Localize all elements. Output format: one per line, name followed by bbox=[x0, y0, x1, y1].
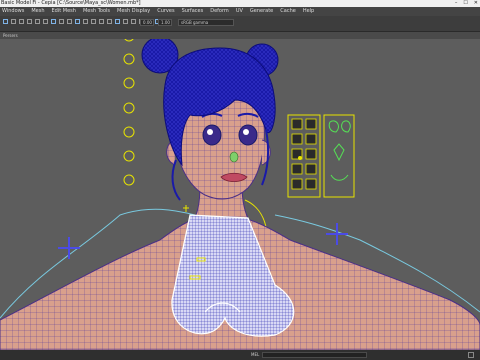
menu-mesh-tools[interactable]: Mesh Tools bbox=[83, 7, 110, 16]
grid-icon[interactable] bbox=[67, 19, 72, 24]
menu-mesh-display[interactable]: Mesh Display bbox=[117, 7, 150, 16]
shaded-icon[interactable] bbox=[83, 19, 88, 24]
snap-icon[interactable] bbox=[51, 19, 56, 24]
lights-icon[interactable] bbox=[99, 19, 104, 24]
lasso-icon[interactable] bbox=[11, 19, 16, 24]
3d-viewport[interactable] bbox=[0, 39, 480, 350]
panel-label-bar: Persers bbox=[0, 32, 480, 39]
textured-icon[interactable] bbox=[91, 19, 96, 24]
panel-label: Persers bbox=[3, 33, 18, 38]
resolution-gate-icon[interactable] bbox=[131, 19, 136, 24]
camera-icon[interactable] bbox=[59, 19, 64, 24]
menu-mesh[interactable]: Mesh bbox=[31, 7, 44, 16]
face-control-circles[interactable] bbox=[123, 39, 135, 186]
paint-icon[interactable] bbox=[19, 19, 24, 24]
character-body[interactable] bbox=[0, 184, 480, 350]
move-icon[interactable] bbox=[27, 19, 32, 24]
minimize-button[interactable]: – bbox=[455, 0, 458, 7]
main-menubar: Windows Mesh Edit Mesh Mesh Tools Mesh D… bbox=[0, 7, 480, 16]
menu-help[interactable]: Help bbox=[303, 7, 314, 16]
menu-windows[interactable]: Windows bbox=[2, 7, 24, 16]
menu-surfaces[interactable]: Surfaces bbox=[182, 7, 204, 16]
scale-icon[interactable] bbox=[43, 19, 48, 24]
mel-label: MEL bbox=[251, 352, 260, 357]
menu-deform[interactable]: Deform bbox=[210, 7, 229, 16]
xray-icon[interactable] bbox=[123, 19, 128, 24]
script-editor-icon[interactable] bbox=[468, 352, 474, 358]
exposure-field[interactable]: 0.00 bbox=[140, 19, 154, 26]
menu-edit-mesh[interactable]: Edit Mesh bbox=[52, 7, 76, 16]
viewport-toolbar: 0.00 1.00 sRGB gamma bbox=[0, 16, 480, 32]
menu-cache[interactable]: Cache bbox=[280, 7, 296, 16]
shadows-icon[interactable] bbox=[107, 19, 112, 24]
viewport-scene bbox=[0, 39, 480, 350]
window-titlebar: Basic Model Fi - Cepia [C:\Source\Maya_s… bbox=[0, 0, 480, 7]
maximize-button[interactable]: ☐ bbox=[463, 0, 467, 7]
command-line-bar: MEL bbox=[0, 350, 480, 360]
isolate-icon[interactable] bbox=[115, 19, 120, 24]
menu-uv[interactable]: UV bbox=[236, 7, 243, 16]
colorspace-dropdown[interactable]: sRGB gamma bbox=[178, 19, 234, 26]
wireframe-icon[interactable] bbox=[75, 19, 80, 24]
menu-generate[interactable]: Generate bbox=[250, 7, 273, 16]
select-icon[interactable] bbox=[3, 19, 8, 24]
mel-command-input[interactable] bbox=[262, 352, 367, 358]
menu-curves[interactable]: Curves bbox=[157, 7, 174, 16]
close-button[interactable]: ✕ bbox=[474, 0, 478, 7]
rotate-icon[interactable] bbox=[35, 19, 40, 24]
facial-control-panel[interactable] bbox=[287, 114, 355, 198]
window-title: Basic Model Fi - Cepia [C:\Source\Maya_s… bbox=[1, 0, 141, 6]
gamma-field[interactable]: 1.00 bbox=[158, 19, 172, 26]
